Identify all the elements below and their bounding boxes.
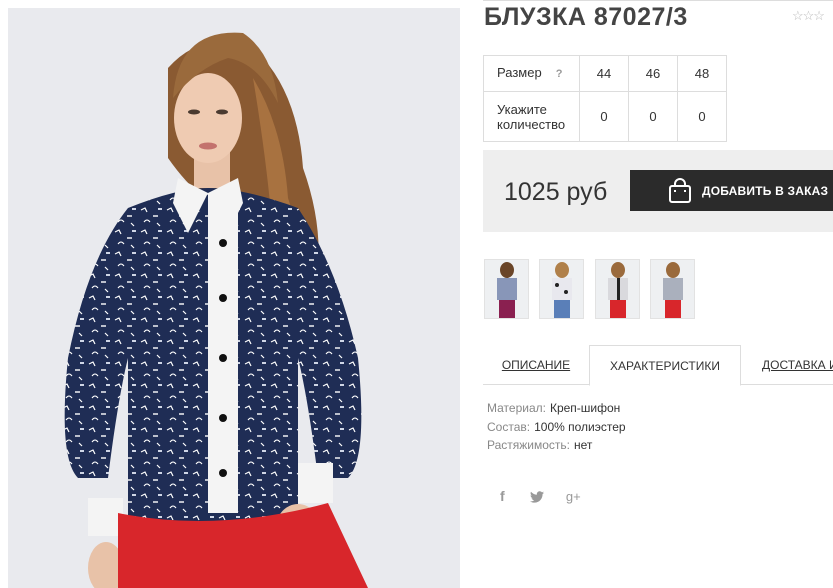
thumbnail-image — [608, 262, 628, 318]
tab-characteristics[interactable]: ХАРАКТЕРИСТИКИ — [589, 345, 741, 386]
thumbnail-image — [552, 262, 572, 318]
size-label: Размер — [497, 65, 542, 80]
size-label-cell: Размер? — [483, 55, 580, 92]
characteristic-value: нет — [574, 438, 593, 452]
thumbnail-image — [497, 262, 517, 318]
quantity-label-line1: Укажите — [497, 101, 547, 117]
characteristic-value: Креп-шифон — [549, 401, 621, 415]
quantity-label-cell: Укажите количество — [483, 91, 580, 142]
quantity-label-line2: количество — [497, 116, 566, 132]
thumbnail-image — [663, 262, 683, 318]
product-title: БЛУЗКА 87027/3 — [484, 3, 688, 31]
top-divider — [483, 0, 833, 1]
twitter-bird — [530, 491, 545, 503]
quantity-input-48[interactable]: 0 — [677, 91, 727, 142]
thumbnail-3[interactable] — [595, 259, 640, 319]
product-photo — [8, 8, 460, 588]
size-48: 48 — [677, 55, 727, 92]
size-quantity-table: Размер? 44 46 48 Укажите количество 0 0 … — [483, 55, 727, 142]
characteristics-list: Материал: Креп-шифон Состав: 100% полиэсте… — [487, 399, 626, 455]
model-image — [64, 32, 368, 588]
tab-delivery-label: ДОСТАВКА И О — [762, 358, 833, 372]
characteristic-key: Материал: — [487, 401, 546, 415]
thumbnail-1[interactable] — [484, 259, 529, 319]
twitter-icon[interactable] — [530, 491, 545, 506]
tab-description-label: ОПИСАНИЕ — [501, 358, 571, 372]
thumbnail-2[interactable] — [539, 259, 584, 319]
characteristic-key: Состав: — [487, 419, 531, 434]
characteristic-row: Материал: Креп-шифон — [487, 399, 626, 418]
googleplus-icon[interactable]: g+ — [566, 489, 581, 504]
characteristic-value: 100% полиэстер — [534, 419, 626, 434]
characteristic-key: Растяжимость: — [487, 438, 571, 452]
size-help-icon[interactable]: ? — [556, 68, 563, 80]
characteristic-row: Растяжимость: нет — [487, 436, 626, 455]
quantity-row: Укажите количество 0 0 0 — [483, 91, 727, 142]
tabs-bar: ОПИСАНИЕ ХАРАКТЕРИСТИКИ ДОСТАВКА И О — [483, 345, 833, 386]
facebook-icon[interactable]: f — [500, 488, 505, 504]
price: 1025 руб — [504, 178, 608, 206]
characteristic-row: Состав: 100% полиэстер — [487, 418, 626, 437]
add-to-order-label: ДОБАВИТЬ В ЗАКАЗ — [702, 183, 829, 198]
size-46: 46 — [628, 55, 678, 92]
rating-stars[interactable]: ☆☆☆ — [792, 8, 825, 24]
thumbnail-4[interactable] — [650, 259, 695, 319]
tab-delivery[interactable]: ДОСТАВКА И О — [741, 345, 833, 385]
quantity-input-46[interactable]: 0 — [628, 91, 678, 142]
size-row: Размер? 44 46 48 — [483, 55, 727, 92]
social-share: f g+ — [500, 488, 581, 504]
price-panel: 1025 руб ДОБАВИТЬ В ЗАКАЗ — [483, 150, 833, 232]
add-to-order-button[interactable]: ДОБАВИТЬ В ЗАКАЗ — [630, 170, 833, 211]
quantity-input-44[interactable]: 0 — [579, 91, 629, 142]
size-44: 44 — [579, 55, 629, 92]
tab-description[interactable]: ОПИСАНИЕ — [483, 345, 589, 385]
tab-characteristics-label: ХАРАКТЕРИСТИКИ — [609, 358, 720, 373]
shopping-bag-icon — [669, 178, 691, 203]
